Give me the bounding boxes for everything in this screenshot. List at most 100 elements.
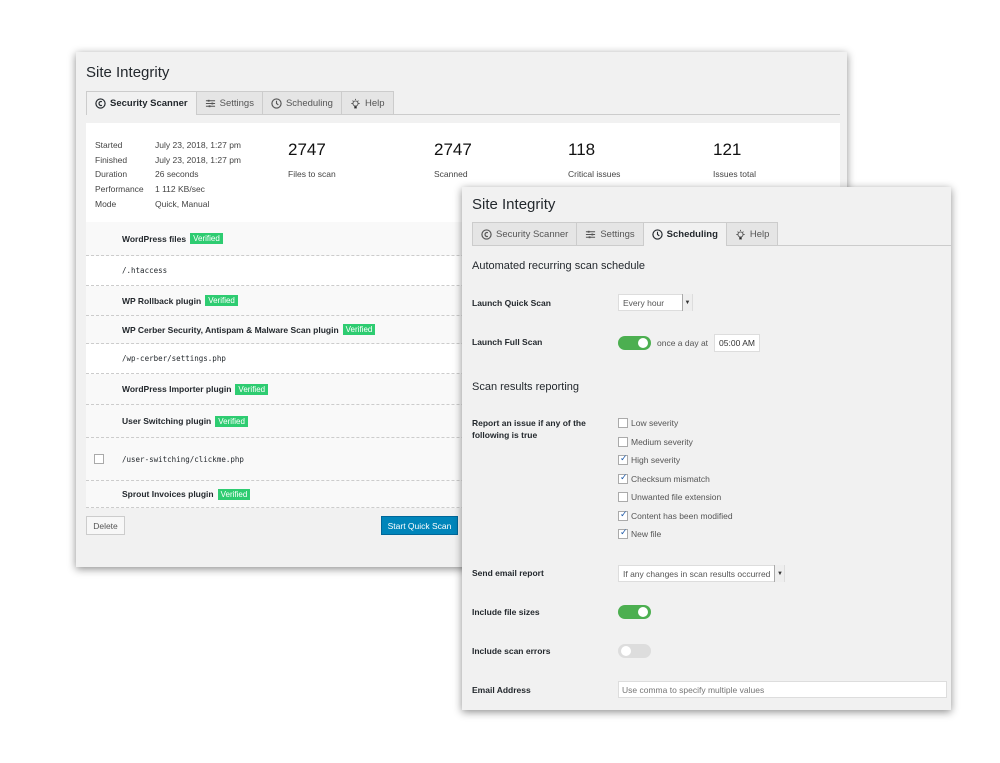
lightbulb-icon [350, 98, 361, 109]
row-label: /wp-cerber/settings.php [122, 354, 226, 363]
row-checkbox[interactable] [94, 454, 104, 464]
meta-label: Finished [95, 154, 128, 165]
option-label: New file [631, 529, 662, 540]
tab-scheduling[interactable]: Scheduling [261, 91, 342, 114]
option-label: Medium severity [631, 436, 693, 447]
tab-label: Help [749, 228, 770, 240]
option-label: Low severity [631, 418, 679, 429]
tab-label: Security Scanner [496, 228, 569, 240]
stat-value: 121 [713, 140, 742, 159]
full-scan-toggle[interactable] [618, 336, 651, 350]
full-scan-label: Launch Full Scan [472, 337, 543, 347]
quick-scan-select[interactable]: Every hour ▼ [618, 294, 693, 311]
tab-bar: Security Scanner Settings Scheduling Help [472, 222, 951, 246]
email-report-value: If any changes in scan results occurred [623, 568, 771, 579]
stat-label: Critical issues [568, 169, 621, 179]
stat: 118 Critical issues [568, 140, 620, 179]
email-report-select[interactable]: If any changes in scan results occurred ▼ [618, 565, 786, 582]
row-label: WordPress files [122, 233, 187, 244]
stat-value: 118 [568, 140, 596, 159]
email-address-label: Email Address [472, 685, 531, 695]
page-title: Site Integrity [472, 196, 556, 213]
tab-bar: Security Scanner Settings Scheduling Help [86, 91, 840, 115]
meta-value: 26 seconds [155, 169, 199, 180]
report-option[interactable]: Checksum mismatch [618, 470, 733, 489]
verified-badge: Verified [342, 324, 376, 335]
verified-badge: Verified [215, 415, 248, 427]
stat: 2747 Files to scan [288, 140, 336, 179]
stat: 2747 Scanned [434, 140, 472, 179]
delete-button[interactable]: Delete [86, 516, 125, 535]
report-option[interactable]: Content has been modified [618, 507, 733, 526]
chevron-down-icon: ▼ [774, 565, 785, 582]
report-option[interactable]: Low severity [618, 414, 733, 433]
sliders-icon [205, 98, 216, 109]
row-label: /.htaccess [122, 266, 168, 275]
checkbox[interactable] [618, 436, 628, 447]
sliders-icon [585, 229, 596, 240]
schedule-heading: Automated recurring scan schedule [472, 260, 646, 272]
report-option[interactable]: Medium severity [618, 433, 733, 452]
tab-help[interactable]: Help [725, 222, 779, 245]
meta-label: Performance [95, 184, 144, 195]
meta-value: July 23, 2018, 1:27 pm [155, 154, 242, 165]
tab-label: Scheduling [666, 229, 718, 240]
meta-label: Duration [95, 169, 128, 180]
row-label: User Switching plugin [122, 416, 212, 426]
email-report-label: Send email report [472, 568, 544, 578]
tab-scheduling[interactable]: Scheduling [642, 222, 727, 246]
email-address-input[interactable] [618, 681, 947, 698]
checkbox[interactable] [618, 418, 628, 429]
checkbox[interactable] [618, 509, 628, 521]
row-label: WordPress Importer plugin [122, 384, 232, 394]
quick-scan-label: Launch Quick Scan [472, 298, 551, 308]
start-quick-scan-button[interactable]: Start Quick Scan [381, 516, 458, 535]
stat-value: 2747 [288, 140, 326, 159]
tab-settings[interactable]: Settings [195, 91, 263, 114]
meta-value: Quick, Manual [155, 198, 210, 209]
tab-settings[interactable]: Settings [576, 222, 644, 245]
row-label: WP Cerber Security, Antispam & Malware S… [122, 324, 339, 335]
stat-label: Scanned [434, 169, 468, 179]
checkbox[interactable] [618, 527, 628, 540]
tab-security-scanner[interactable]: Security Scanner [472, 222, 578, 245]
row-label: /user-switching/clickme.php [122, 454, 244, 464]
lightbulb-icon [735, 229, 746, 240]
tab-label: Settings [600, 228, 635, 240]
option-label: Checksum mismatch [631, 473, 710, 484]
stat-value: 2747 [434, 140, 472, 159]
option-label: High severity [631, 455, 681, 466]
verified-badge: Verified [217, 488, 251, 500]
chevron-down-icon: ▼ [682, 294, 692, 311]
checkbox[interactable] [618, 492, 628, 503]
shield-c-icon [95, 98, 106, 109]
verified-badge: Verified [205, 295, 238, 306]
front-window: Site Integrity Security Scanner Settings S… [462, 187, 951, 710]
report-issue-label: Report an issue if any of the following … [472, 418, 586, 440]
checkbox[interactable] [618, 472, 628, 484]
report-option[interactable]: High severity [618, 451, 733, 470]
stat: 121 Issues total [713, 140, 756, 179]
clock-icon [271, 97, 282, 109]
tab-label: Help [364, 97, 385, 109]
tab-help[interactable]: Help [340, 91, 394, 114]
scan-errors-label: Include scan errors [472, 646, 551, 656]
tab-label: Security Scanner [110, 98, 188, 109]
full-scan-time-input[interactable]: 05:00 AM [714, 334, 760, 352]
tab-label: Settings [219, 97, 254, 109]
verified-badge: Verified [190, 233, 223, 244]
checkbox[interactable] [618, 453, 628, 466]
file-sizes-toggle[interactable] [618, 605, 651, 619]
meta-value: 1 112 KB/sec [155, 184, 205, 195]
option-label: Unwanted file extension [631, 492, 722, 503]
tab-security-scanner[interactable]: Security Scanner [86, 91, 197, 115]
report-option[interactable]: Unwanted file extension [618, 488, 733, 507]
reporting-heading: Scan results reporting [472, 381, 579, 393]
meta-label: Started [95, 140, 123, 150]
report-option[interactable]: New file [618, 525, 733, 544]
stat-label: Files to scan [288, 169, 336, 179]
meta-label: Mode [95, 198, 117, 209]
scan-errors-toggle[interactable] [618, 644, 651, 658]
page-title: Site Integrity [86, 64, 170, 81]
clock-icon [651, 229, 663, 240]
